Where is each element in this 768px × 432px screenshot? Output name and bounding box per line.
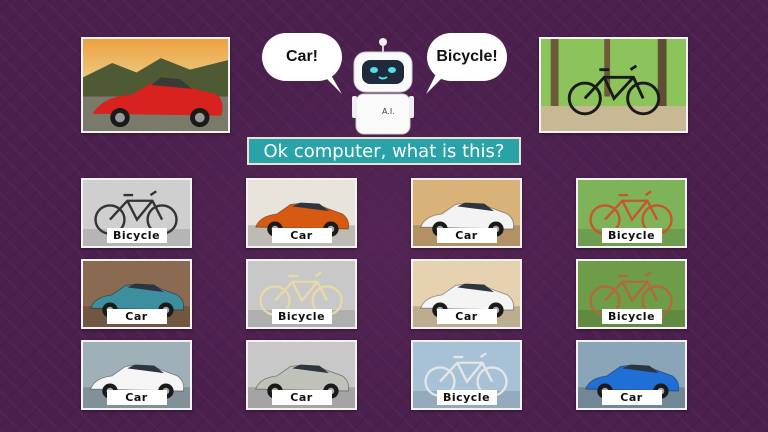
grid-photo-bicycle: Bicycle <box>576 178 687 248</box>
photo-label: Bicycle <box>436 390 497 405</box>
photo-label: Bicycle <box>601 228 662 243</box>
right-bubble-tail <box>426 70 450 94</box>
left-bubble-tail <box>318 70 342 94</box>
photo-label: Car <box>271 228 332 243</box>
hero-car-photo <box>81 37 230 133</box>
grid-photo-car: Car <box>81 259 192 329</box>
photo-label: Car <box>601 390 662 405</box>
photo-label: Car <box>271 390 332 405</box>
photo-label: Car <box>106 309 167 324</box>
grid-photo-car: Car <box>81 340 192 410</box>
grid-photo-car: Car <box>411 178 522 248</box>
hero-bicycle-photo <box>539 37 688 133</box>
grid-photo-bicycle: Bicycle <box>81 178 192 248</box>
photo-label: Bicycle <box>106 228 167 243</box>
photo-label: Bicycle <box>271 309 332 324</box>
photo-label: Car <box>106 390 167 405</box>
grid-photo-bicycle: Bicycle <box>411 340 522 410</box>
photo-label: Car <box>436 228 497 243</box>
red-car-image <box>83 39 228 131</box>
robot-badge: A.I. <box>382 107 395 116</box>
forest-bicycle-image <box>541 39 686 131</box>
grid-photo-bicycle: Bicycle <box>576 259 687 329</box>
grid-photo-car: Car <box>411 259 522 329</box>
grid-photo-car: Car <box>246 340 357 410</box>
photo-label: Car <box>436 309 497 324</box>
robot-mascot: A.I. <box>352 38 414 136</box>
grid-photo-bicycle: Bicycle <box>246 259 357 329</box>
photo-label: Bicycle <box>601 309 662 324</box>
grid-photo-car: Car <box>246 178 357 248</box>
grid-photo-car: Car <box>576 340 687 410</box>
question-banner: Ok computer, what is this? <box>247 137 521 165</box>
